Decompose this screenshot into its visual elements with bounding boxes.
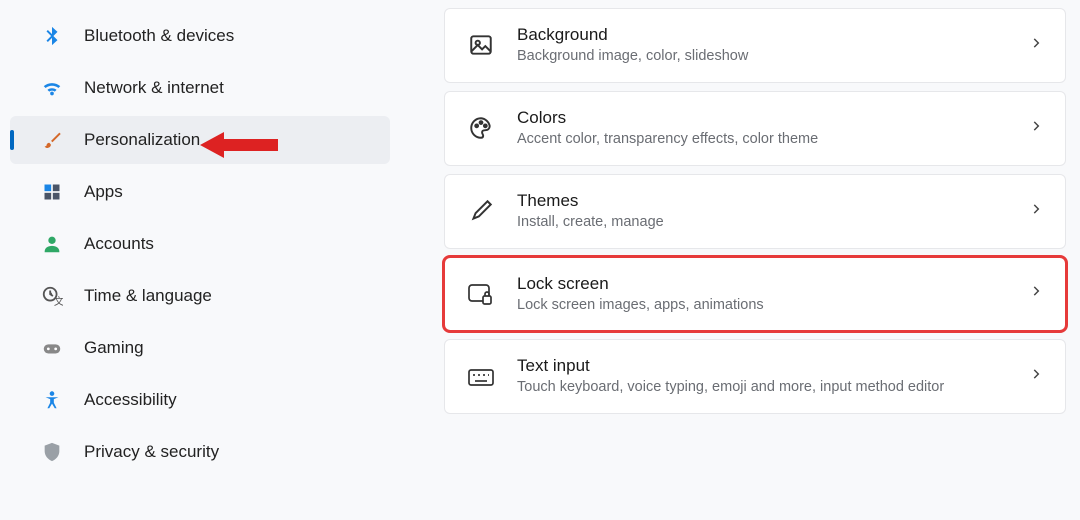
wifi-icon (40, 76, 64, 100)
card-subtitle: Lock screen images, apps, animations (517, 296, 1017, 315)
accessibility-icon (40, 388, 64, 412)
paintbrush-icon (40, 128, 64, 152)
card-title: Background (517, 25, 1017, 45)
sidebar-item-accounts[interactable]: Accounts (10, 220, 390, 268)
settings-main-panel: groovyPost.com Background Background ima… (400, 0, 1080, 520)
card-title: Themes (517, 191, 1017, 211)
card-text: Text input Touch keyboard, voice typing,… (517, 356, 1017, 397)
card-title: Lock screen (517, 274, 1017, 294)
sidebar-item-apps[interactable]: Apps (10, 168, 390, 216)
account-icon (40, 232, 64, 256)
settings-sidebar: Bluetooth & devices Network & internet P… (0, 0, 400, 520)
sidebar-item-network-internet[interactable]: Network & internet (10, 64, 390, 112)
card-text: Colors Accent color, transparency effect… (517, 108, 1017, 149)
sidebar-item-label: Time & language (84, 286, 212, 306)
chevron-right-icon (1029, 119, 1043, 138)
chevron-right-icon (1029, 367, 1043, 386)
sidebar-item-time-language[interactable]: 文 Time & language (10, 272, 390, 320)
sidebar-item-gaming[interactable]: Gaming (10, 324, 390, 372)
sidebar-item-label: Accounts (84, 234, 154, 254)
chevron-right-icon (1029, 202, 1043, 221)
sidebar-item-label: Accessibility (84, 390, 177, 410)
card-themes[interactable]: Themes Install, create, manage (444, 174, 1066, 249)
svg-text:文: 文 (54, 295, 63, 307)
sidebar-item-label: Privacy & security (84, 442, 219, 462)
card-text-input[interactable]: Text input Touch keyboard, voice typing,… (444, 339, 1066, 414)
card-background[interactable]: Background Background image, color, slid… (444, 8, 1066, 83)
themes-brush-icon (467, 197, 495, 225)
bluetooth-icon (40, 24, 64, 48)
palette-icon (467, 114, 495, 142)
lockscreen-icon (467, 280, 495, 308)
gaming-icon (40, 336, 64, 360)
clock-language-icon: 文 (40, 284, 64, 308)
card-subtitle: Background image, color, slideshow (517, 47, 1017, 66)
image-icon (467, 31, 495, 59)
sidebar-item-label: Gaming (84, 338, 144, 358)
card-title: Text input (517, 356, 1017, 376)
card-subtitle: Accent color, transparency effects, colo… (517, 130, 1017, 149)
sidebar-item-label: Bluetooth & devices (84, 26, 234, 46)
chevron-right-icon (1029, 36, 1043, 55)
card-text: Background Background image, color, slid… (517, 25, 1017, 66)
apps-icon (40, 180, 64, 204)
card-subtitle: Install, create, manage (517, 213, 1017, 232)
sidebar-item-label: Network & internet (84, 78, 224, 98)
shield-icon (40, 440, 64, 464)
keyboard-icon (467, 363, 495, 391)
card-text: Themes Install, create, manage (517, 191, 1017, 232)
sidebar-item-label: Personalization (84, 130, 200, 150)
card-title: Colors (517, 108, 1017, 128)
card-lock-screen[interactable]: Lock screen Lock screen images, apps, an… (444, 257, 1066, 332)
chevron-right-icon (1029, 284, 1043, 303)
sidebar-item-personalization[interactable]: Personalization (10, 116, 390, 164)
sidebar-item-accessibility[interactable]: Accessibility (10, 376, 390, 424)
sidebar-item-label: Apps (84, 182, 123, 202)
card-text: Lock screen Lock screen images, apps, an… (517, 274, 1017, 315)
card-colors[interactable]: Colors Accent color, transparency effect… (444, 91, 1066, 166)
card-subtitle: Touch keyboard, voice typing, emoji and … (517, 378, 1017, 397)
sidebar-item-privacy-security[interactable]: Privacy & security (10, 428, 390, 476)
sidebar-item-bluetooth-devices[interactable]: Bluetooth & devices (10, 12, 390, 60)
